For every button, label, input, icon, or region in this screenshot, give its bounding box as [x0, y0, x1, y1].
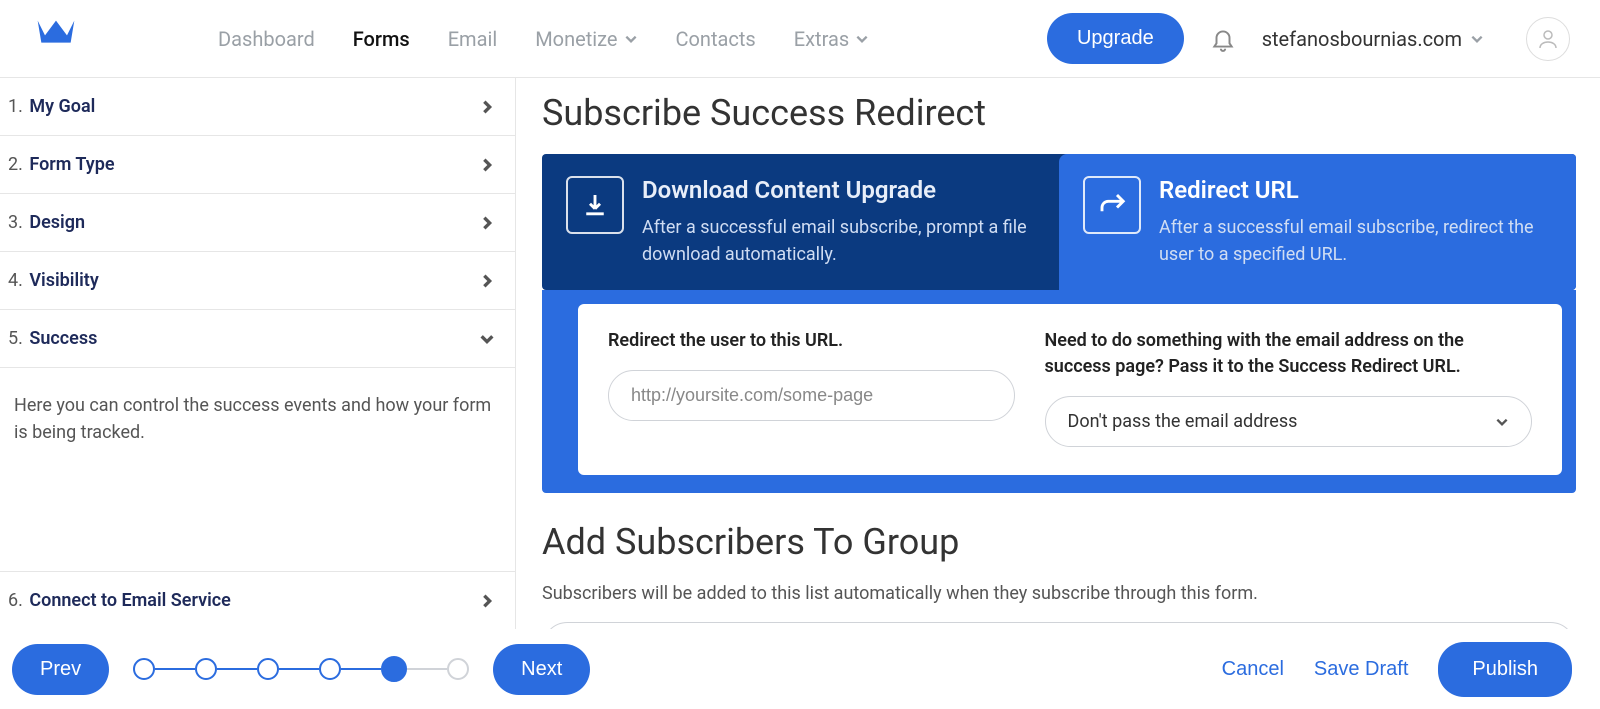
- upgrade-button[interactable]: Upgrade: [1047, 13, 1184, 64]
- chevron-down-icon: [624, 32, 638, 46]
- body-layout: 1. My Goal 2. Form Type 3. Design 4. Vis…: [0, 78, 1600, 629]
- download-icon: [566, 176, 624, 234]
- chevron-down-icon: [855, 32, 869, 46]
- chevron-down-icon: [1470, 32, 1484, 46]
- nav-contacts[interactable]: Contacts: [676, 27, 756, 51]
- nav-monetize[interactable]: Monetize: [535, 27, 637, 51]
- footer-actions: Cancel Save Draft Publish: [1222, 642, 1572, 697]
- card-title: Redirect URL: [1159, 176, 1552, 204]
- card-title: Download Content Upgrade: [642, 176, 1035, 204]
- section-title-redirect: Subscribe Success Redirect: [542, 92, 1576, 134]
- app-header: Dashboard Forms Email Monetize Contacts …: [0, 0, 1600, 78]
- chevron-right-icon: [479, 593, 495, 609]
- nav-extras[interactable]: Extras: [794, 27, 869, 51]
- main-panel: Subscribe Success Redirect Download Cont…: [516, 78, 1600, 629]
- step-label-text: Form Type: [29, 154, 114, 175]
- step-dot-1[interactable]: [133, 658, 155, 680]
- step-dot-4[interactable]: [319, 658, 341, 680]
- step-num: 5.: [8, 328, 23, 349]
- step-success[interactable]: 5. Success: [0, 310, 515, 368]
- field-redirect-url: Redirect the user to this URL.: [608, 328, 1015, 447]
- step-dot-5[interactable]: [381, 656, 407, 682]
- avatar[interactable]: [1526, 17, 1570, 61]
- publish-button[interactable]: Publish: [1438, 642, 1572, 697]
- account-dropdown[interactable]: stefanosbournias.com: [1262, 27, 1484, 51]
- chevron-down-icon: [1495, 415, 1509, 429]
- steps-sidebar: 1. My Goal 2. Form Type 3. Design 4. Vis…: [0, 78, 516, 629]
- chevron-right-icon: [479, 157, 495, 173]
- nav-email[interactable]: Email: [448, 27, 498, 51]
- step-connect-email-service[interactable]: 6. Connect to Email Service: [0, 571, 515, 629]
- step-label-text: My Goal: [29, 96, 95, 117]
- section-title-group: Add Subscribers To Group: [542, 521, 1576, 563]
- chevron-down-icon: [479, 331, 495, 347]
- step-dot-3[interactable]: [257, 658, 279, 680]
- card-body: Redirect URL After a successful email su…: [1159, 176, 1552, 268]
- field-label: Need to do something with the email addr…: [1045, 328, 1532, 380]
- account-name: stefanosbournias.com: [1262, 27, 1462, 51]
- card-description: After a successful email subscribe, prom…: [642, 214, 1035, 268]
- nav-forms[interactable]: Forms: [353, 27, 410, 51]
- header-right: Upgrade stefanosbournias.com: [1047, 13, 1570, 64]
- step-num: 1.: [8, 96, 23, 117]
- card-description: After a successful email subscribe, redi…: [1159, 214, 1552, 268]
- notifications-bell-icon[interactable]: [1210, 26, 1236, 52]
- progress-stepper: [133, 656, 469, 682]
- step-num: 6.: [8, 590, 23, 611]
- redirect-url-input[interactable]: [608, 370, 1015, 421]
- card-body: Download Content Upgrade After a success…: [642, 176, 1035, 268]
- pass-email-select[interactable]: Don't pass the email address: [1045, 396, 1532, 447]
- step-dot-6[interactable]: [447, 658, 469, 680]
- main-nav: Dashboard Forms Email Monetize Contacts …: [218, 27, 869, 51]
- step-dot-2[interactable]: [195, 658, 217, 680]
- chevron-right-icon: [479, 99, 495, 115]
- step-label-text: Connect to Email Service: [29, 590, 231, 611]
- panel-inner: Redirect the user to this URL. Need to d…: [578, 304, 1562, 475]
- field-label: Redirect the user to this URL.: [608, 328, 1015, 354]
- next-button[interactable]: Next: [493, 644, 590, 695]
- nav-monetize-label: Monetize: [535, 27, 617, 51]
- card-download-content-upgrade[interactable]: Download Content Upgrade After a success…: [542, 154, 1059, 290]
- chevron-right-icon: [479, 273, 495, 289]
- step-design[interactable]: 3. Design: [0, 194, 515, 252]
- step-label-text: Visibility: [29, 270, 98, 291]
- step-num: 3.: [8, 212, 23, 233]
- step-visibility[interactable]: 4. Visibility: [0, 252, 515, 310]
- select-value: Don't pass the email address: [1068, 411, 1298, 432]
- step-my-goal[interactable]: 1. My Goal: [0, 78, 515, 136]
- field-pass-email: Need to do something with the email addr…: [1045, 328, 1532, 447]
- redirect-option-cards: Download Content Upgrade After a success…: [542, 154, 1576, 290]
- cancel-button[interactable]: Cancel: [1222, 658, 1284, 681]
- step-num: 4.: [8, 270, 23, 291]
- step-num: 2.: [8, 154, 23, 175]
- step-label-text: Success: [29, 328, 97, 349]
- step-form-type[interactable]: 2. Form Type: [0, 136, 515, 194]
- step-label-text: Design: [29, 212, 85, 233]
- subscriber-group-select[interactable]: Master List (Default): [542, 622, 1576, 629]
- nav-extras-label: Extras: [794, 27, 849, 51]
- redirect-settings-panel: Redirect the user to this URL. Need to d…: [542, 290, 1576, 493]
- section-group-subtext: Subscribers will be added to this list a…: [542, 583, 1576, 604]
- nav-dashboard[interactable]: Dashboard: [218, 27, 315, 51]
- logo-crown-icon: [34, 17, 78, 61]
- redirect-icon: [1083, 176, 1141, 234]
- card-redirect-url[interactable]: Redirect URL After a successful email su…: [1059, 154, 1576, 290]
- step-success-description: Here you can control the success events …: [0, 368, 515, 470]
- wizard-footer: Prev Next Cancel Save Draft Publish: [0, 629, 1600, 709]
- prev-button[interactable]: Prev: [12, 644, 109, 695]
- chevron-right-icon: [479, 215, 495, 231]
- save-draft-button[interactable]: Save Draft: [1314, 658, 1408, 681]
